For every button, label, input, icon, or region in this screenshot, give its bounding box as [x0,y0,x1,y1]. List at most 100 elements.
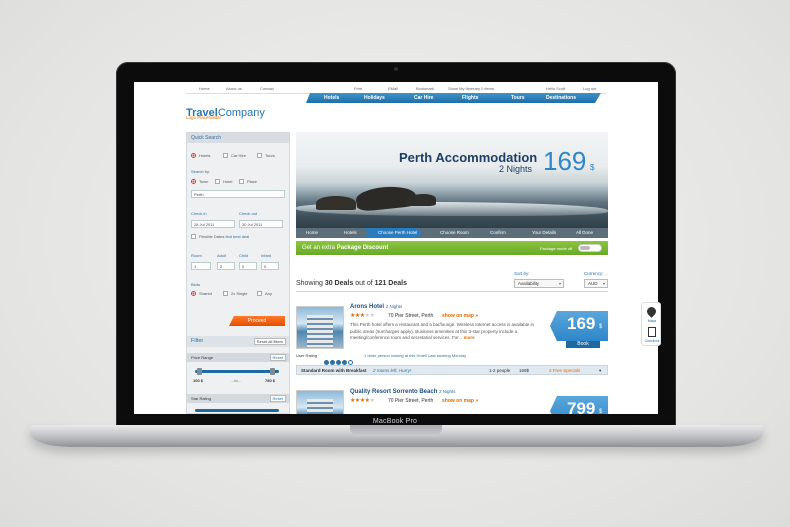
nav-about-link[interactable]: About us [226,86,242,91]
step-choose-hotel[interactable]: Choose Perth Hotel [378,230,417,235]
price-slider[interactable] [195,370,279,373]
checkout-label: Check out [239,211,258,216]
booking-steps: Home Hotels Choose Perth Hotel Choose Ro… [296,228,608,238]
star-rating-header: Star Rating Reset [187,394,289,403]
package-mode-toggle[interactable] [578,244,602,252]
laptop-base [30,425,763,447]
document-icon[interactable] [648,327,656,337]
promo-text: Get an extra Package Discount [302,245,388,251]
show-on-map-link[interactable]: show on map » [442,313,478,319]
step-hotels[interactable]: Hotels [344,230,357,235]
room-label: Room [191,253,202,258]
logout-link[interactable]: Log out [583,86,596,91]
package-discount-bar: Get an extra Package Discount Package mo… [296,241,608,255]
lid-notch [350,425,442,436]
outof-text: out of [355,280,373,287]
destination-field[interactable]: Perth [191,190,285,198]
price-min-handle[interactable] [197,368,203,375]
adult-select[interactable]: 2 [217,262,235,270]
flexible-dates-label: Flexible Dates find best deal [199,234,249,239]
chevron-down-icon[interactable]: ▾ [599,368,601,374]
reset-all-filters-button[interactable]: Reset all filters [253,338,286,345]
nav-hotels[interactable]: Hotels [324,95,339,101]
nav-home-link[interactable]: Home [199,86,210,91]
hotel-description: This Perth hotel offers a restaurant and… [350,322,535,340]
room-people: 1-2 people [489,368,511,373]
step-choose-room: Choose Room [440,230,469,235]
nav-contact-link[interactable]: Contact [260,86,274,91]
search-town-radio[interactable] [191,179,196,184]
price-tag: 169 $ [550,311,608,341]
bookmark-link[interactable]: Bookmark [416,86,434,91]
hotel-name[interactable]: Quality Resort Sorrento Beach 2 Nights [350,389,456,395]
book-button[interactable]: Book [566,341,600,348]
logo-sub: Logo Placeholder [186,115,222,120]
more-link[interactable]: more [464,335,475,340]
room-row[interactable]: Standard Room with Breakfast 2 rooms lef… [296,365,608,375]
step-details: Your Details [532,230,557,235]
checkin-field[interactable]: 28 Jul 2011 [191,220,235,228]
price-tag: 799 $ [550,396,608,414]
beds-shared-radio[interactable] [191,291,196,296]
type-carhire-label: Car Hire [231,153,246,158]
hero-currency: $ [590,163,595,172]
type-carhire-checkbox[interactable] [223,153,228,158]
hotel-photo[interactable] [296,390,344,414]
type-hotels-radio[interactable] [191,153,196,158]
star-reset-button[interactable]: Reset [269,395,286,402]
find-best-deal-link[interactable]: find best deal [225,234,249,239]
room-price: 169$ [519,368,530,373]
flexible-dates-checkbox[interactable] [191,234,196,239]
type-hotels-label: Hotels [199,153,211,158]
beds-shared-label: Shared [199,291,212,296]
promo-prefix: Get an extra [302,245,336,251]
total-deals: 121 Deals [374,280,407,287]
laptop-lid: Home About us Contact Print EMail Bookma… [116,62,676,426]
screen: Home About us Contact Print EMail Bookma… [134,82,658,414]
hotel-stars: ★★★★★ [350,313,375,319]
rock [316,196,356,210]
price-max-handle[interactable] [270,368,276,375]
child-select[interactable]: 0 [239,262,257,270]
beds-any-checkbox[interactable] [257,291,262,296]
room-select[interactable]: 1 [191,262,211,270]
hotel-name[interactable]: Arons Hotel 2 Nights [350,304,402,310]
divider [296,291,608,292]
beds-single-checkbox[interactable] [223,291,228,296]
price-to-label: ...to... [231,378,242,383]
email-link[interactable]: EMail [388,86,398,91]
showing-prefix: Showing [296,280,323,287]
nav-tours[interactable]: Tours [511,95,525,101]
currency-select[interactable]: AUD [584,279,608,288]
step-home[interactable]: Home [306,230,318,235]
show-on-map-link[interactable]: show on map » [442,398,478,404]
nav-holidays[interactable]: Holidays [364,95,385,101]
search-hotel-checkbox[interactable] [215,179,220,184]
proceed-button[interactable]: Proceed [229,316,285,326]
hotel-currency: $ [599,324,603,330]
sort-by-label: Sort by: [514,271,530,276]
print-link[interactable]: Print [354,86,362,91]
hero-title: Perth Accommodation [399,150,538,165]
sort-by-select[interactable]: Availability [514,279,564,288]
user-rating-label: User Rating [296,353,318,358]
infant-select[interactable]: 0 [261,262,279,270]
nav-destinations[interactable]: Destinations [546,95,576,101]
hotel-photo[interactable] [296,306,344,349]
itinerary-link[interactable]: Show My Itinerary 0 items [448,86,494,91]
logo[interactable]: TravelCompany Logo Placeholder [186,103,265,121]
type-tours-checkbox[interactable] [257,153,262,158]
package-mode-label: Package mode off [540,246,573,251]
rating-text: 1 other person looking at this Hotel! La… [364,353,467,358]
map-pin-icon[interactable] [645,305,658,318]
room-specials[interactable]: 3 Free Specials [549,368,580,373]
search-place-checkbox[interactable] [239,179,244,184]
nav-flights[interactable]: Flights [462,95,478,101]
price-reset-button[interactable]: Reset [269,354,286,361]
beds-single-label: 2x Single [231,291,248,296]
beds-label: Beds [191,282,201,287]
checkout-field[interactable]: 30 Jul 2011 [239,220,283,228]
nav-car-hire[interactable]: Car Hire [414,95,433,101]
price-min-value: 100 $ [193,378,204,383]
star-slider[interactable] [195,409,279,412]
